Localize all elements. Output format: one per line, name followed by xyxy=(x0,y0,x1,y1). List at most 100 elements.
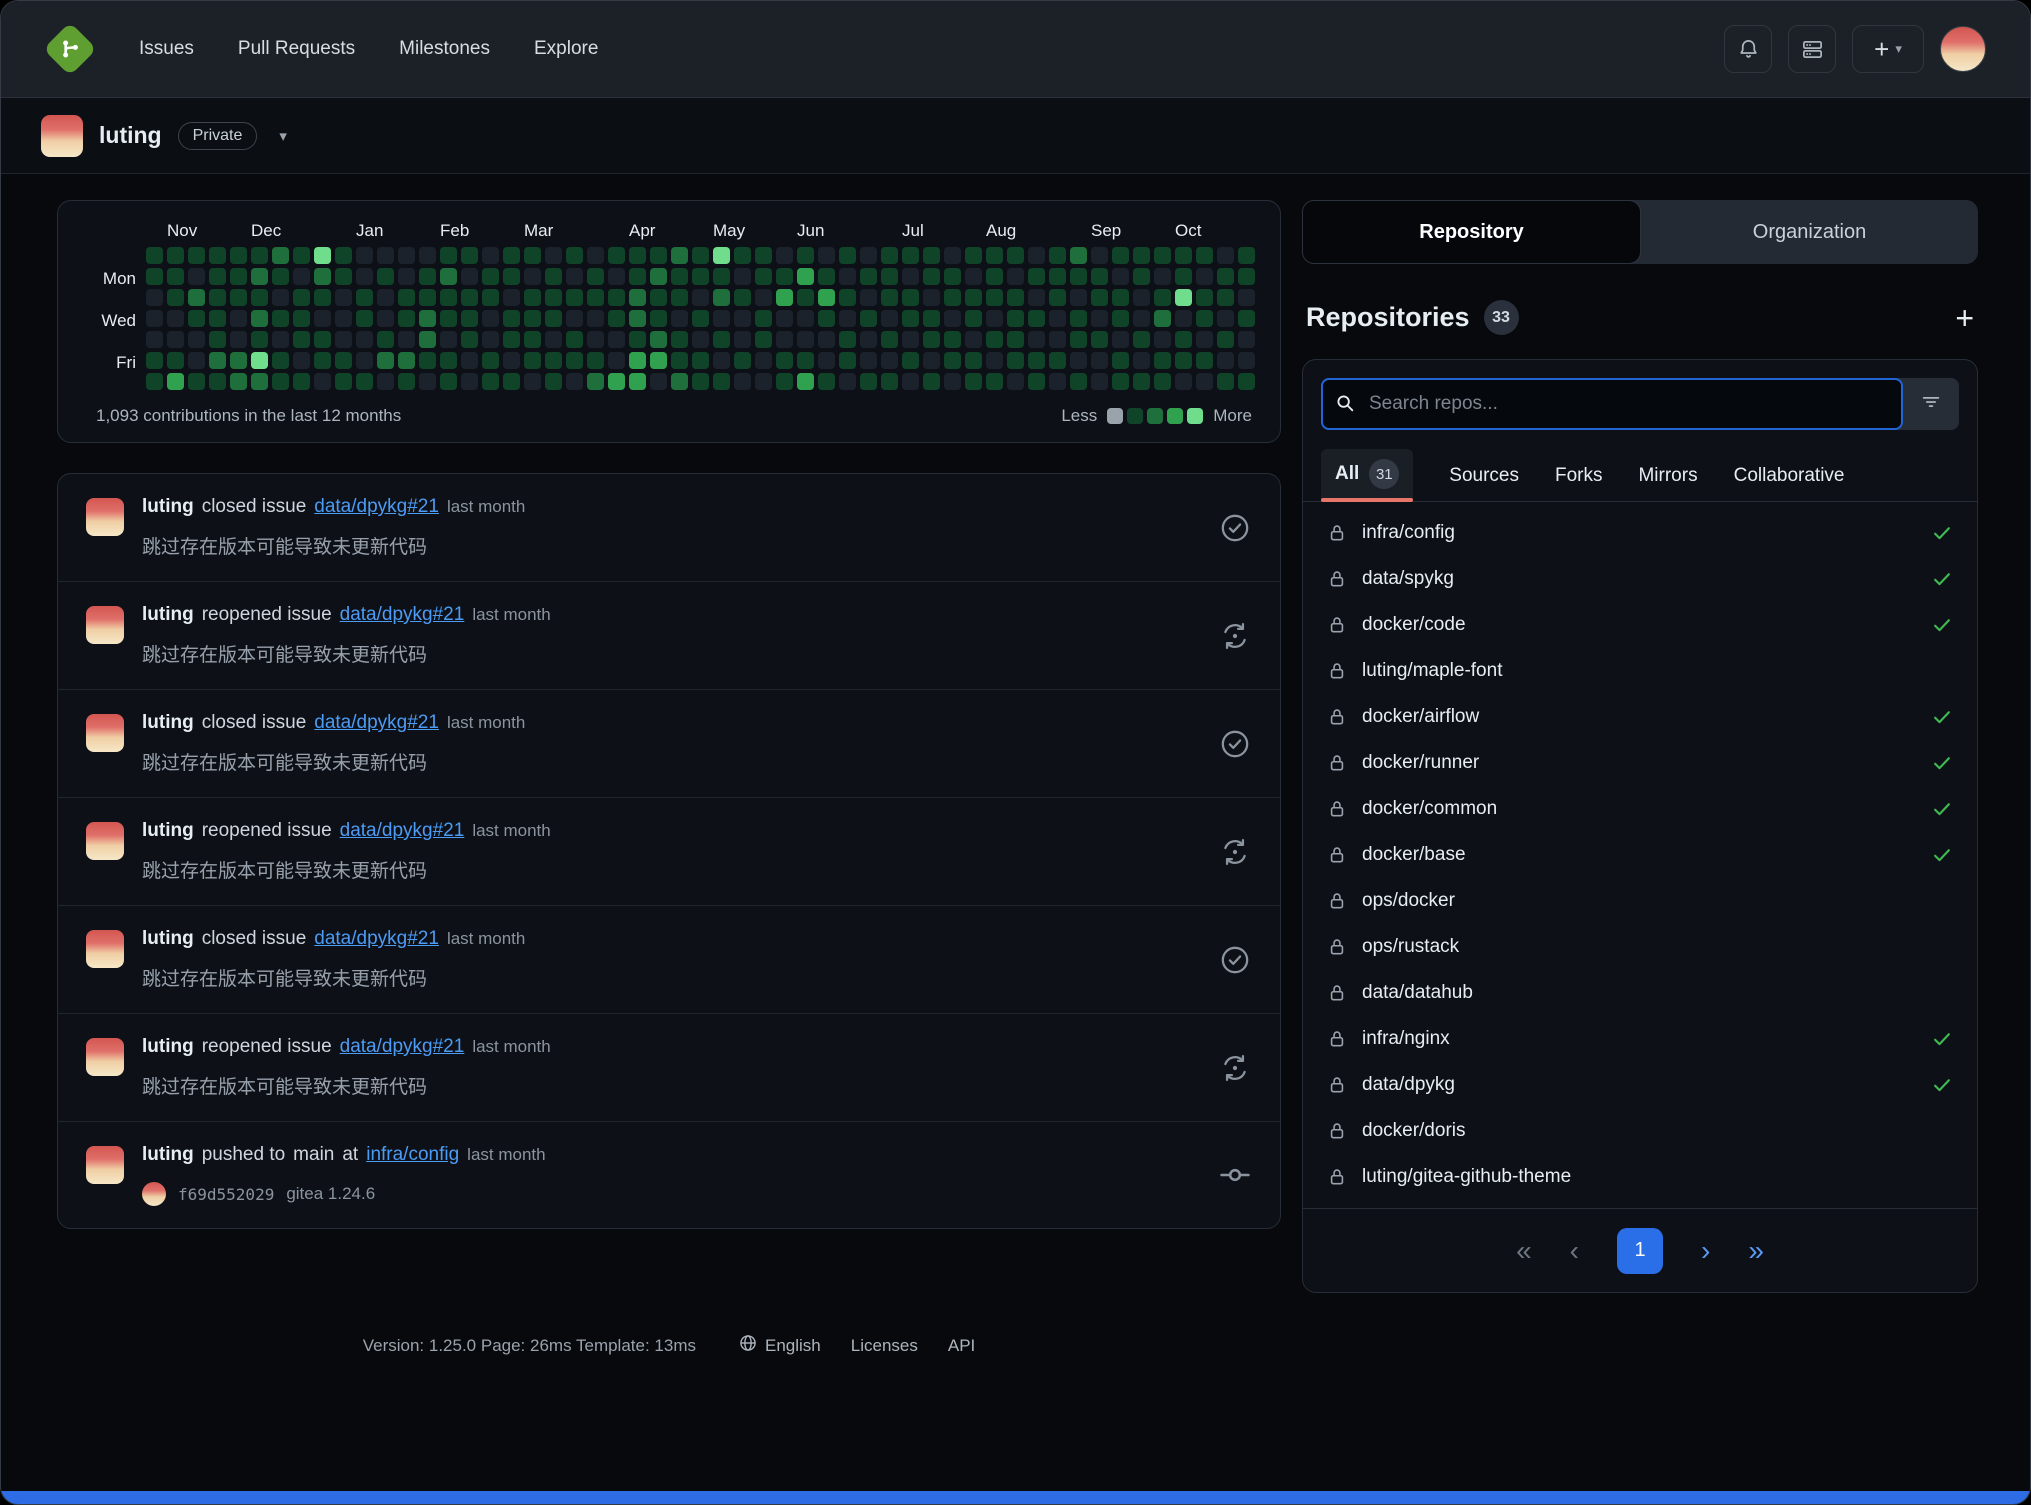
feed-item-link[interactable]: data/dpykg#21 xyxy=(314,712,439,734)
repositories-header: Repositories 33 + xyxy=(1306,300,1974,335)
heatmap-grid xyxy=(146,247,1255,390)
previous-page-button[interactable]: ‹ xyxy=(1570,1235,1579,1267)
repo-list-item[interactable]: ops/docker xyxy=(1303,878,1977,924)
filter-tab-mirrors[interactable]: Mirrors xyxy=(1638,465,1697,501)
heatmap-cell xyxy=(629,373,646,390)
contribution-heatmap-card: MonWedFri NovDecJanFebMarAprMayJunJulAug… xyxy=(57,200,1281,443)
heatmap-cell xyxy=(923,310,940,327)
feed-actor-name[interactable]: luting xyxy=(142,712,194,734)
heatmap-cell xyxy=(1154,310,1171,327)
repo-list-item[interactable]: docker/base xyxy=(1303,832,1977,878)
feed-actor-name[interactable]: luting xyxy=(142,496,194,518)
search-input[interactable] xyxy=(1321,378,1903,430)
footer-link-licenses[interactable]: Licenses xyxy=(851,1336,918,1356)
repo-list-item[interactable]: ops/rustack xyxy=(1303,924,1977,970)
heatmap-cell xyxy=(776,310,793,327)
repo-name: data/datahub xyxy=(1362,982,1473,1004)
heatmap-cell xyxy=(1049,289,1066,306)
feed-item-link[interactable]: data/dpykg#21 xyxy=(340,820,465,842)
heatmap-cell xyxy=(839,331,856,348)
filter-tab-sources[interactable]: Sources xyxy=(1449,465,1519,501)
feed-action-text: closed issue xyxy=(202,928,307,950)
filter-button[interactable] xyxy=(1903,378,1959,430)
filter-tab-all[interactable]: All31 xyxy=(1321,449,1413,501)
panel-tab-organization[interactable]: Organization xyxy=(1641,200,1978,264)
commit-sha[interactable]: f69d552029 xyxy=(178,1185,274,1204)
repo-list-item[interactable]: infra/nginx xyxy=(1303,1016,1977,1062)
heatmap-cell xyxy=(188,352,205,369)
repo-list-item[interactable]: docker/doris xyxy=(1303,1108,1977,1154)
feed-item-link[interactable]: data/dpykg#21 xyxy=(340,604,465,626)
feed-item-timestamp: last month xyxy=(472,605,550,625)
feed-item-content: lutingclosed issuedata/dpykg#21last mont… xyxy=(142,712,1198,775)
heatmap-cell xyxy=(314,289,331,306)
heatmap-cell xyxy=(1112,373,1129,390)
heatmap-cell xyxy=(839,247,856,264)
user-avatar[interactable] xyxy=(1940,26,1986,72)
repo-list-item[interactable]: luting/maple-font xyxy=(1303,648,1977,694)
repo-list-item[interactable]: data/dpykg xyxy=(1303,1062,1977,1108)
filter-tab-forks[interactable]: Forks xyxy=(1555,465,1603,501)
repo-list-item[interactable]: data/datahub xyxy=(1303,970,1977,1016)
repo-list-item[interactable]: luting/gitea-github-theme xyxy=(1303,1154,1977,1200)
feed-item-title: lutingreopened issuedata/dpykg#21last mo… xyxy=(142,604,1198,626)
heatmap-week-column xyxy=(482,247,499,390)
nav-link-issues[interactable]: Issues xyxy=(139,38,194,60)
profile-avatar[interactable] xyxy=(41,115,83,157)
heatmap-week-column xyxy=(461,247,478,390)
repo-list-item[interactable]: docker/code xyxy=(1303,602,1977,648)
feed-actor-name[interactable]: luting xyxy=(142,1036,194,1058)
repo-list-item[interactable]: docker/common xyxy=(1303,786,1977,832)
feed-item-link[interactable]: data/dpykg#21 xyxy=(314,496,439,518)
repo-name: infra/nginx xyxy=(1362,1028,1450,1050)
nav-link-pull-requests[interactable]: Pull Requests xyxy=(238,38,355,60)
heatmap-cell xyxy=(713,310,730,327)
add-repository-button[interactable]: + xyxy=(1955,302,1974,334)
nav-link-explore[interactable]: Explore xyxy=(534,38,598,60)
footer-link-api[interactable]: API xyxy=(948,1336,975,1356)
nav-link-milestones[interactable]: Milestones xyxy=(399,38,490,60)
heatmap-cell xyxy=(587,289,604,306)
feed-item-link[interactable]: data/dpykg#21 xyxy=(314,928,439,950)
feed-item-link[interactable]: infra/config xyxy=(366,1144,459,1166)
heatmap-cell xyxy=(1217,268,1234,285)
heatmap-cell xyxy=(461,331,478,348)
heatmap-legend-cell xyxy=(1147,408,1163,424)
heatmap-month-label: Oct xyxy=(1175,221,1201,241)
heatmap-cell xyxy=(1070,247,1087,264)
notifications-button[interactable] xyxy=(1724,25,1772,73)
create-new-button[interactable]: + ▾ xyxy=(1852,25,1924,73)
repo-list-item[interactable]: docker/airflow xyxy=(1303,694,1977,740)
heatmap-cell xyxy=(272,373,289,390)
heatmap-month-label: Aug xyxy=(986,221,1016,241)
admin-panel-button[interactable] xyxy=(1788,25,1836,73)
current-page-button[interactable]: 1 xyxy=(1617,1228,1663,1274)
profile-dropdown-caret[interactable]: ▾ xyxy=(279,127,287,145)
feed-item: lutingclosed issuedata/dpykg#21last mont… xyxy=(58,689,1280,797)
repo-list-item[interactable]: infra/config xyxy=(1303,510,1977,556)
filter-tab-collaborative[interactable]: Collaborative xyxy=(1734,465,1845,501)
feed-action-text: reopened issue xyxy=(202,820,332,842)
heatmap-cell xyxy=(251,268,268,285)
heatmap-cell xyxy=(860,247,877,264)
heatmap-cell xyxy=(1154,268,1171,285)
gitea-logo[interactable] xyxy=(45,24,95,74)
heatmap-cell xyxy=(986,247,1003,264)
heatmap-cell xyxy=(692,247,709,264)
first-page-button[interactable]: « xyxy=(1516,1235,1532,1267)
heatmap-cell xyxy=(881,352,898,369)
repo-list-item[interactable]: docker/runner xyxy=(1303,740,1977,786)
next-page-button[interactable]: › xyxy=(1701,1235,1710,1267)
heatmap-month-label: Nov xyxy=(167,221,197,241)
feed-item-link[interactable]: data/dpykg#21 xyxy=(340,1036,465,1058)
repo-list-item[interactable]: data/spykg xyxy=(1303,556,1977,602)
feed-actor-name[interactable]: luting xyxy=(142,604,194,626)
feed-actor-name[interactable]: luting xyxy=(142,928,194,950)
feed-actor-name[interactable]: luting xyxy=(142,820,194,842)
feed-actor-name[interactable]: luting xyxy=(142,1144,194,1166)
footer-link-english[interactable]: English xyxy=(738,1333,821,1358)
heatmap-cell xyxy=(1028,352,1045,369)
last-page-button[interactable]: » xyxy=(1748,1235,1764,1267)
heatmap-week-column xyxy=(167,247,184,390)
panel-tab-repository[interactable]: Repository xyxy=(1302,200,1641,264)
